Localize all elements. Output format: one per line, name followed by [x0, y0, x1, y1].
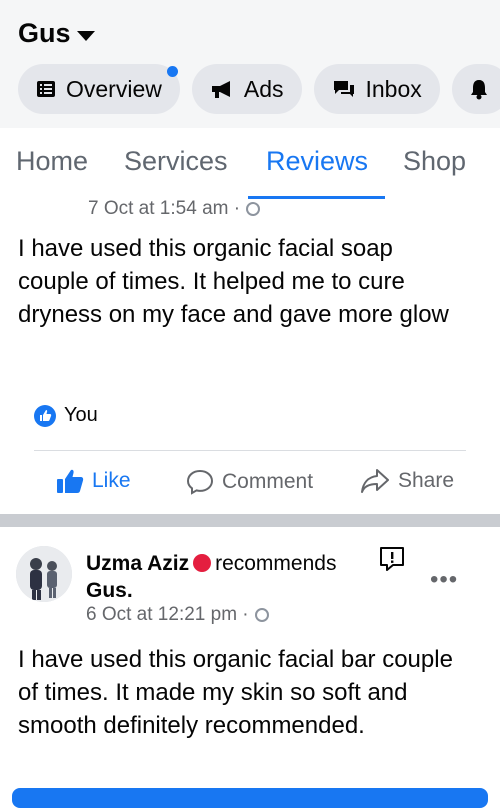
active-tab-indicator	[248, 196, 385, 199]
page-switcher[interactable]: Gus	[18, 18, 95, 49]
overview-chip[interactable]: Overview	[18, 64, 180, 114]
globe-icon	[246, 202, 261, 216]
author-name[interactable]: Uzma Aziz	[86, 552, 189, 575]
report-icon[interactable]	[379, 546, 405, 572]
post1-text: I have used this organic facial soap cou…	[18, 235, 449, 328]
inbox-chip[interactable]: Inbox	[313, 64, 440, 114]
like-button[interactable]: Like	[56, 468, 131, 494]
post1-reactions[interactable]: You	[34, 404, 98, 427]
avatar[interactable]	[16, 546, 72, 602]
recommended-page[interactable]: Gus.	[86, 579, 133, 602]
bell-icon	[470, 80, 487, 100]
more-options-icon[interactable]: •••	[430, 566, 458, 594]
post2-author-line: Uzma Aziz recommends Gus.	[86, 550, 376, 604]
tab-reviews[interactable]: Reviews	[266, 146, 368, 177]
post1-timestamp[interactable]: 7 Oct at 1:54 am ·	[88, 198, 261, 220]
page-header: Gus Overview Ads Inbox	[0, 0, 500, 128]
inbox-label: Inbox	[365, 75, 422, 102]
recommend-badge-icon	[193, 554, 212, 572]
page-actions-bar: Overview Ads Inbox	[18, 64, 500, 114]
chat-icon	[333, 81, 354, 97]
overview-label: Overview	[66, 75, 162, 102]
share-icon	[361, 469, 389, 493]
ads-chip[interactable]: Ads	[191, 64, 302, 114]
megaphone-icon	[211, 81, 230, 98]
comment-icon	[186, 469, 214, 495]
action-divider	[34, 450, 466, 451]
ads-label: Ads	[243, 75, 284, 102]
post2-timestamp[interactable]: 6 Oct at 12:21 pm ·	[86, 604, 269, 626]
post1-actions: Like Comment Share	[0, 462, 500, 504]
tab-home[interactable]: Home	[16, 146, 88, 177]
tab-services[interactable]: Services	[124, 146, 228, 177]
notifications-chip[interactable]	[451, 64, 500, 114]
thumbs-up-icon	[57, 469, 84, 493]
post2-time-text: 6 Oct at 12:21 pm ·	[86, 604, 249, 625]
comment-label: Comment	[222, 470, 314, 493]
notification-dot	[166, 66, 178, 77]
share-label: Share	[398, 469, 455, 492]
page-name: Gus	[18, 18, 71, 48]
post2-text: I have used this organic facial bar coup…	[18, 646, 453, 739]
reaction-names: You	[64, 404, 98, 426]
like-reaction-icon	[34, 404, 56, 427]
globe-icon	[254, 608, 269, 622]
share-button[interactable]: Share	[360, 468, 454, 494]
like-label: Like	[92, 469, 131, 492]
post-separator	[0, 514, 500, 527]
recommend-verb: recommends	[215, 552, 337, 575]
tab-shop[interactable]: Shop	[403, 146, 466, 177]
comment-button[interactable]: Comment	[186, 468, 313, 496]
caret-down-icon	[76, 30, 95, 41]
list-icon	[37, 81, 55, 97]
post1-time-text: 7 Oct at 1:54 am ·	[88, 198, 241, 219]
page-tabs: Home Services Reviews Shop	[0, 128, 500, 200]
bottom-action-button[interactable]	[12, 788, 488, 808]
